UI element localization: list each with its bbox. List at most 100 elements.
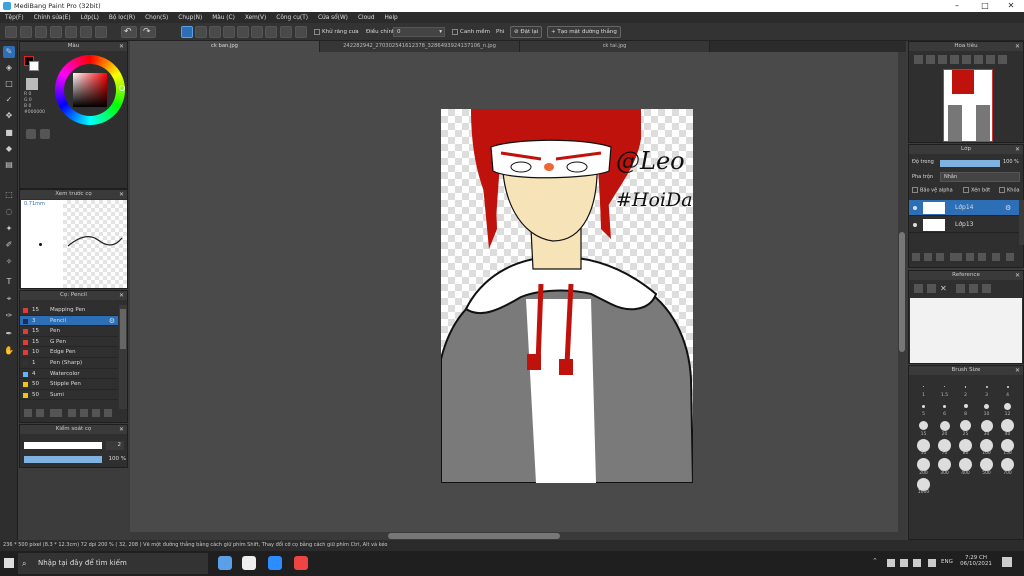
- chat-icon[interactable]: [35, 26, 47, 38]
- merge-down-icon[interactable]: [966, 253, 974, 261]
- save-icon[interactable]: [50, 26, 62, 38]
- brush-size-preset[interactable]: [938, 458, 951, 472]
- windows-start-icon[interactable]: [4, 558, 14, 568]
- zoom-in-icon[interactable]: [914, 55, 923, 64]
- reference-zoom-in-icon[interactable]: [956, 284, 965, 293]
- tab-ck-tai[interactable]: ck tai.jpg: [520, 41, 710, 52]
- battery-icon[interactable]: [900, 559, 908, 567]
- move-tool-icon[interactable]: ✥: [3, 110, 15, 122]
- color-set-icon[interactable]: [40, 129, 50, 139]
- brush-size-preset[interactable]: [985, 385, 988, 388]
- brush-size-preset[interactable]: [943, 404, 946, 408]
- copy-layer-icon[interactable]: [924, 253, 932, 261]
- radial-snap-icon[interactable]: [237, 26, 249, 38]
- brush-size-preset[interactable]: [1001, 419, 1014, 433]
- vertical-scrollbar[interactable]: [898, 52, 906, 532]
- layer-row-selected[interactable]: Lớp14 ⚙: [909, 200, 1019, 216]
- add-brush-icon[interactable]: [24, 409, 32, 417]
- panel-close-icon[interactable]: ✕: [119, 291, 124, 300]
- divide-tool-icon[interactable]: ⌖: [3, 293, 15, 305]
- copy-brush-icon[interactable]: [36, 409, 44, 417]
- redo-button[interactable]: ↷: [140, 26, 156, 38]
- brush-size-preset[interactable]: [1006, 385, 1009, 388]
- folder-icon[interactable]: [80, 409, 88, 417]
- rotate-left-icon[interactable]: [962, 55, 971, 64]
- panel-close-icon[interactable]: ✕: [1015, 271, 1020, 280]
- zoom-icon[interactable]: [268, 556, 282, 570]
- export-icon[interactable]: [65, 26, 77, 38]
- panel-close-icon[interactable]: ✕: [1015, 366, 1020, 375]
- clip-checkbox[interactable]: Xén bớt: [963, 187, 990, 194]
- background-color-swatch[interactable]: [29, 61, 39, 71]
- eraser-tool-icon[interactable]: ◈: [3, 62, 15, 74]
- hue-handle[interactable]: [119, 85, 125, 91]
- bucket-tool-icon[interactable]: ◆: [3, 143, 15, 155]
- panel-close-icon[interactable]: ✕: [119, 425, 124, 434]
- reset-rotation-icon[interactable]: [986, 55, 995, 64]
- brush-size-preset[interactable]: [939, 420, 950, 431]
- gradient-tool-icon[interactable]: ▤: [3, 159, 15, 171]
- reference-close-icon[interactable]: ✕: [940, 284, 949, 293]
- zoom-out-icon[interactable]: [926, 55, 935, 64]
- brush-size-preset[interactable]: [963, 404, 968, 409]
- cross-snap-icon[interactable]: [223, 26, 235, 38]
- brush-item[interactable]: 15 Mapping Pen: [20, 305, 118, 316]
- correction-select[interactable]: 0: [393, 27, 445, 37]
- horizontal-scrollbar[interactable]: [130, 532, 906, 540]
- dropper-tool-icon[interactable]: ✒: [3, 328, 15, 340]
- add-layer-menu-icon[interactable]: [950, 253, 962, 261]
- panel-close-icon[interactable]: ✕: [119, 42, 124, 51]
- eye-icon[interactable]: [913, 206, 917, 210]
- layer-settings-icon[interactable]: [936, 253, 944, 261]
- import-icon[interactable]: [92, 409, 100, 417]
- eyedropper-tool-icon[interactable]: ✑: [3, 310, 15, 322]
- close-button[interactable]: ✕: [1000, 0, 1022, 12]
- brush-size-preset[interactable]: [984, 403, 989, 409]
- blend-mode-select[interactable]: Nhân: [940, 172, 1020, 182]
- parallel-snap-icon[interactable]: [195, 26, 207, 38]
- zalo-icon[interactable]: [218, 556, 232, 570]
- brush-size-preset[interactable]: [959, 438, 972, 452]
- brush-size-preset[interactable]: [944, 386, 945, 388]
- rect-tool-icon[interactable]: □: [3, 78, 15, 90]
- snap-off-icon[interactable]: [181, 26, 193, 38]
- reset-button[interactable]: ⊘ Đặt lại: [510, 26, 543, 38]
- flip-icon[interactable]: [998, 55, 1007, 64]
- brush-item[interactable]: 50 Stipple Pen: [20, 379, 118, 390]
- navigator-thumbnail[interactable]: [943, 69, 993, 142]
- antialias-checkbox[interactable]: Khử răng cưa: [314, 27, 359, 37]
- network-icon[interactable]: [887, 559, 895, 567]
- curve-snap-icon[interactable]: [265, 26, 277, 38]
- brush-edit-icon[interactable]: [68, 409, 76, 417]
- protect-alpha-checkbox[interactable]: Bảo vệ alpha: [912, 187, 953, 194]
- brush-size-value[interactable]: 2: [106, 441, 124, 450]
- brush-opacity-slider[interactable]: [24, 456, 102, 463]
- brush-size-preset[interactable]: [980, 458, 993, 472]
- brush-item[interactable]: 1 Pen (Sharp): [20, 358, 118, 369]
- fill-rect-tool-icon[interactable]: ■: [3, 127, 15, 139]
- reference-zoom-out-icon[interactable]: [982, 284, 991, 293]
- reference-open-icon[interactable]: [927, 284, 936, 293]
- transparent-swatch[interactable]: [26, 78, 38, 90]
- layer-opacity-slider[interactable]: [940, 160, 1000, 167]
- snap-checkbox[interactable]: Canh mềm: [452, 27, 490, 37]
- eye-icon[interactable]: [913, 223, 917, 227]
- wifi-icon[interactable]: [928, 559, 936, 567]
- clock[interactable]: 7:29 CH 06/10/2021: [958, 555, 994, 567]
- brush-size-preset[interactable]: [980, 419, 993, 432]
- text-tool-icon[interactable]: T: [3, 276, 15, 288]
- panel-close-icon[interactable]: ✕: [119, 190, 124, 199]
- brush-size-preset[interactable]: [923, 386, 924, 388]
- tab-facebook-image[interactable]: 242282942_270302541612378_32864939241371…: [320, 41, 520, 52]
- language-indicator[interactable]: ENG: [941, 559, 953, 565]
- brush-size-preset[interactable]: [919, 421, 928, 431]
- brush-item[interactable]: 50 Sumi: [20, 390, 118, 401]
- new-layer-icon[interactable]: [912, 253, 920, 261]
- chrome-icon[interactable]: [242, 556, 256, 570]
- brush-size-preset[interactable]: [917, 458, 930, 472]
- taskbar-search[interactable]: ⌕ Nhập tại đây để tìm kiếm: [18, 553, 208, 574]
- create-line-button[interactable]: + Tạo mặt đường thẳng: [547, 26, 621, 38]
- grid-icon[interactable]: [95, 26, 107, 38]
- drawing-canvas[interactable]: @Leo #HoiDap: [441, 109, 693, 483]
- brush-size-preset[interactable]: [964, 386, 967, 388]
